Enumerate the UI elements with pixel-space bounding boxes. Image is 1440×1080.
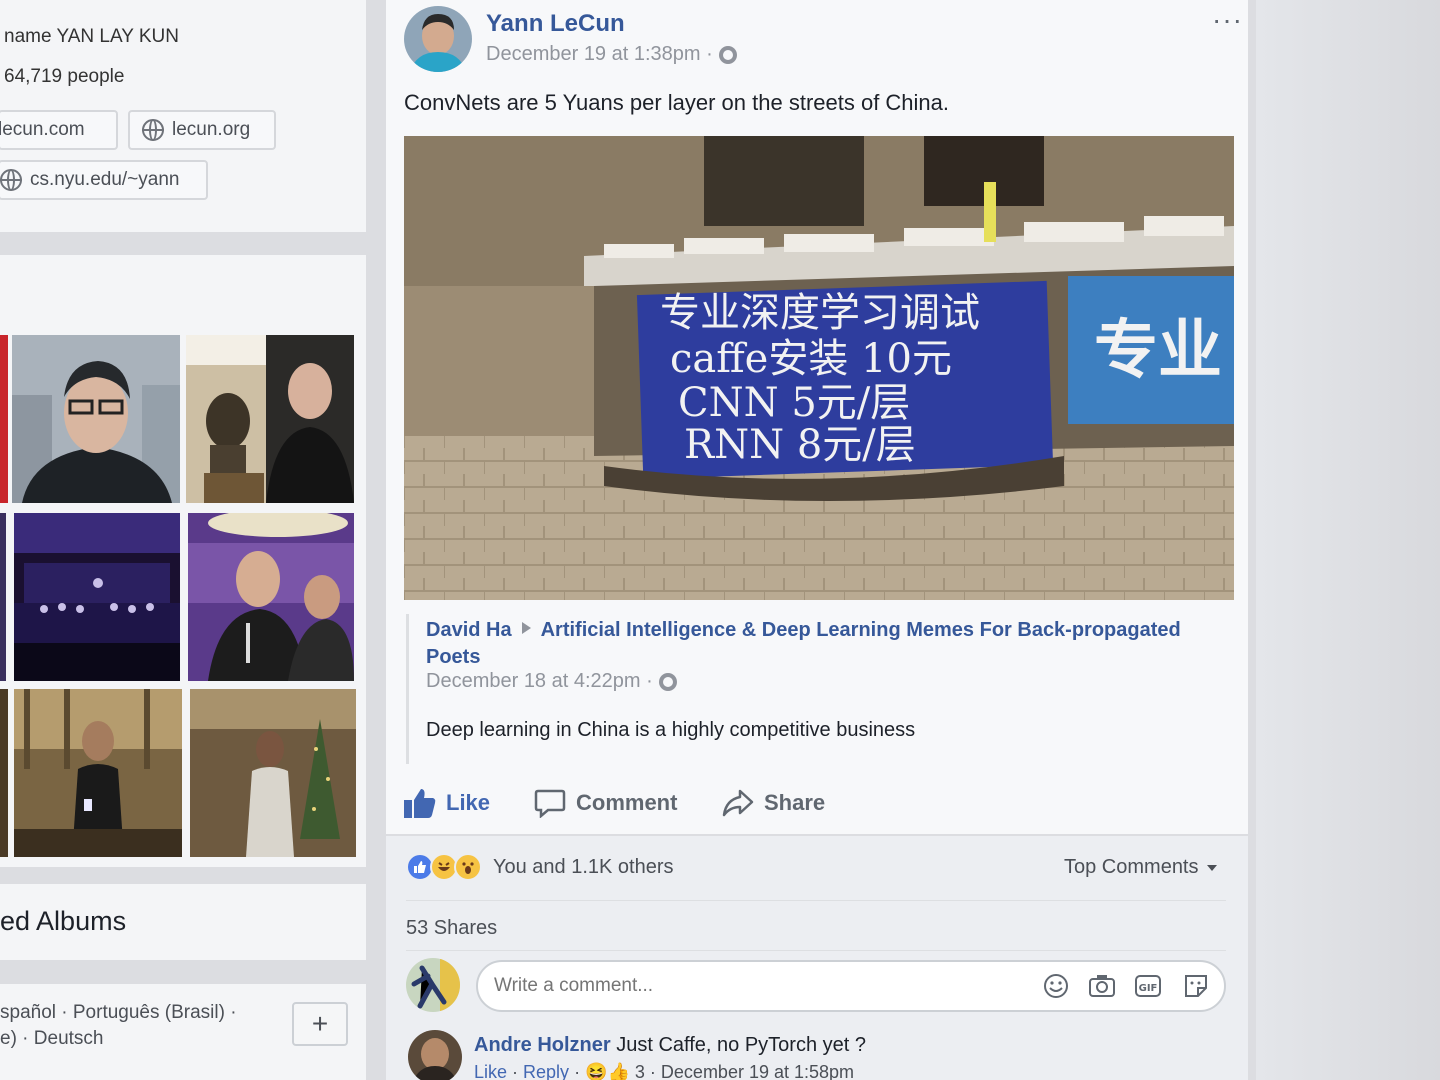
- photo-thumbnail[interactable]: [14, 689, 182, 857]
- sticker-icon[interactable]: [1182, 972, 1210, 1000]
- photo-thumbnail[interactable]: [0, 335, 8, 503]
- shared-author-link[interactable]: David Ha: [426, 619, 512, 641]
- intro-card: name YAN LAY KUN 64,719 people lecun.com…: [0, 0, 366, 232]
- divider: [406, 900, 1226, 901]
- divider: [406, 950, 1226, 951]
- reaction-icons[interactable]: [406, 853, 482, 881]
- website-link-label: cs.nyu.edu/~yann: [30, 169, 180, 190]
- emoji-icon[interactable]: [1042, 972, 1070, 1000]
- current-user-avatar[interactable]: [406, 958, 460, 1012]
- shared-group-link[interactable]: Artificial Intelligence & Deep Learning …: [426, 619, 1181, 668]
- photo-thumbnail[interactable]: [190, 689, 356, 857]
- comment-author[interactable]: Andre Holzner: [474, 1034, 611, 1056]
- event-hall-photo: [190, 689, 356, 857]
- like-label: Like: [446, 790, 491, 815]
- photo-thumbnail[interactable]: [186, 335, 354, 503]
- website-link-lecun-org[interactable]: lecun.org: [128, 110, 276, 150]
- language-list-line[interactable]: spañol · Português (Brasil) ·: [0, 1002, 237, 1024]
- bust-statue-photo: [186, 335, 354, 503]
- post-text: ConvNets are 5 Yuans per layer on the st…: [404, 90, 950, 115]
- comment-sort-dropdown[interactable]: Top Comments: [1064, 856, 1217, 879]
- globe-icon: [142, 119, 164, 141]
- portrait-photo: [12, 335, 180, 503]
- post-action-bar: Like Comment Share: [386, 776, 1248, 832]
- comment-time[interactable]: December 19 at 1:58pm: [661, 1062, 854, 1080]
- right-arrow-icon: [521, 622, 531, 634]
- shared-post-text: Deep learning in China is a highly compe…: [426, 719, 916, 741]
- comment-reactions-icon[interactable]: 😆👍: [585, 1062, 630, 1080]
- comment-reply-link[interactable]: Reply: [523, 1062, 569, 1080]
- avatar-image: [408, 1030, 462, 1080]
- post-options-button[interactable]: ···: [1212, 4, 1243, 36]
- share-count[interactable]: 53 Shares: [406, 917, 497, 940]
- sign-line-4: RNN 8元/层: [684, 422, 916, 468]
- sign-right-text: 专业: [1094, 314, 1222, 388]
- post-image[interactable]: 专业深度学习调试 caffe安装 10元 CNN 5元/层 RNN 8元/层 专…: [404, 136, 1234, 600]
- left-column: name YAN LAY KUN 64,719 people lecun.com…: [0, 0, 372, 1080]
- svg-text:GIF: GIF: [1139, 983, 1158, 994]
- gif-icon[interactable]: GIF: [1134, 972, 1162, 1000]
- sign-line-1: 专业深度学习调试: [660, 290, 980, 336]
- post-time-text[interactable]: December 19 at 1:38pm ·: [486, 43, 713, 66]
- share-arrow-icon: [722, 789, 754, 817]
- website-link-nyu[interactable]: cs.nyu.edu/~yann: [0, 160, 208, 200]
- website-link-lecun-com[interactable]: lecun.com: [0, 110, 118, 150]
- camera-icon[interactable]: [1088, 972, 1116, 1000]
- page-background-right: [1256, 0, 1440, 1080]
- photo-thumbnail[interactable]: [14, 513, 180, 681]
- intro-name-line: name YAN LAY KUN: [4, 26, 179, 47]
- photos-card: [0, 255, 366, 867]
- sign-line-3: CNN 5元/层: [678, 380, 910, 426]
- shared-post-origin: David Ha Artificial Intelligence & Deep L…: [426, 617, 1216, 671]
- albums-title[interactable]: ed Albums: [0, 906, 126, 937]
- comment-label: Comment: [576, 790, 678, 815]
- intro-followers-line[interactable]: 64,719 people: [4, 66, 124, 88]
- comment-sort-label: Top Comments: [1064, 856, 1199, 878]
- speaker-photo: [14, 689, 182, 857]
- sign-line-2: caffe安装 10元: [670, 336, 952, 382]
- avatar-image: [406, 958, 460, 1012]
- language-list-line[interactable]: e) · Deutsch: [0, 1028, 103, 1050]
- commenter-avatar[interactable]: [408, 1030, 462, 1080]
- author-avatar[interactable]: [404, 6, 472, 72]
- website-link-label: lecun.com: [0, 119, 85, 140]
- add-language-button[interactable]: +: [292, 1002, 348, 1046]
- reaction-summary[interactable]: You and 1.1K others: [493, 856, 674, 879]
- public-globe-icon[interactable]: [658, 672, 677, 691]
- like-button[interactable]: Like: [404, 788, 490, 818]
- shared-timestamp: December 18 at 4:22pm ·: [426, 670, 677, 693]
- comment-reaction-count[interactable]: 3: [635, 1062, 645, 1080]
- concert-stage-photo: [14, 513, 180, 681]
- website-link-label: lecun.org: [172, 119, 251, 140]
- comment-text: Just Caffe, no PyTorch yet ?: [616, 1034, 867, 1056]
- comment-body: Andre Holzner Just Caffe, no PyTorch yet…: [474, 1034, 866, 1057]
- share-label: Share: [764, 790, 826, 815]
- photo-thumbnail[interactable]: [188, 513, 354, 681]
- street-stall-photo: 专业深度学习调试 caffe安装 10元 CNN 5元/层 RNN 8元/层 专…: [404, 136, 1234, 600]
- wow-icon: [454, 853, 482, 881]
- albums-card: ed Albums: [0, 884, 366, 960]
- photo-thumbnail[interactable]: [12, 335, 180, 503]
- public-globe-icon[interactable]: [718, 45, 737, 64]
- comment-meta: Like · Reply · 😆👍 3 · December 19 at 1:5…: [474, 1062, 855, 1080]
- comment-like-link[interactable]: Like: [474, 1062, 507, 1080]
- party-photo: [188, 513, 354, 681]
- post-author-name[interactable]: Yann LeCun: [486, 10, 625, 38]
- thumbs-up-icon: [404, 789, 436, 818]
- chevron-down-icon: [1206, 864, 1217, 871]
- globe-icon: [0, 169, 22, 191]
- post-timestamp: December 19 at 1:38pm ·: [486, 43, 737, 66]
- share-button[interactable]: Share: [722, 788, 825, 818]
- photo-thumbnail[interactable]: [0, 689, 8, 857]
- avatar-image: [404, 6, 472, 72]
- comment-button[interactable]: Comment: [534, 788, 677, 818]
- comment-bubble-icon: [534, 789, 566, 818]
- photo-thumbnail[interactable]: [0, 513, 6, 681]
- shared-time-text[interactable]: December 18 at 4:22pm ·: [426, 670, 653, 693]
